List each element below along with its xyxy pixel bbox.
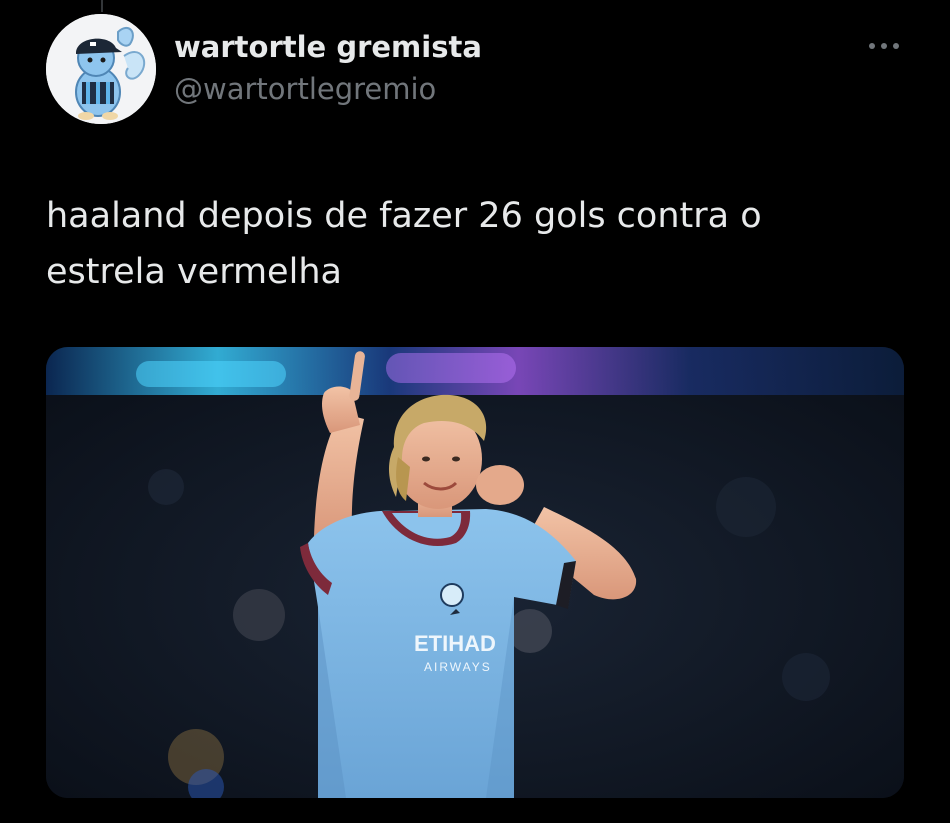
display-name[interactable]: wartortle gremista (174, 30, 482, 64)
author-info: wartortle gremista @wartortlegremio (174, 30, 482, 106)
thread-line (101, 0, 103, 12)
avatar[interactable] (46, 14, 156, 124)
player-celebration-photo: ETIHAD AIRWAYS (46, 347, 904, 798)
more-options-button[interactable] (862, 32, 906, 60)
wartortle-avatar-icon (46, 14, 156, 124)
kit-sponsor-text: ETIHAD (414, 631, 496, 656)
more-horizontal-icon (869, 43, 899, 49)
user-handle[interactable]: @wartortlegremio (174, 72, 482, 106)
kit-sponsor-subtext: AIRWAYS (424, 660, 492, 674)
tweet: wartortle gremista @wartortlegremio haal… (0, 0, 950, 823)
tweet-text: haaland depois de fazer 26 gols contra o… (46, 196, 762, 292)
tweet-media[interactable]: ETIHAD AIRWAYS (46, 347, 904, 798)
